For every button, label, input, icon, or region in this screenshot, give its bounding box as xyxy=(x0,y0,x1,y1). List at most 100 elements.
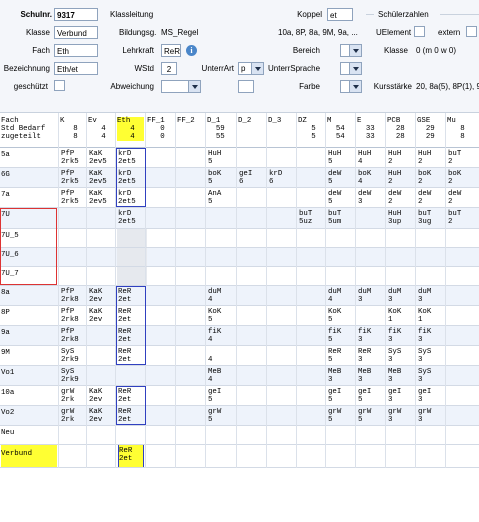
grid-cell[interactable]: KoK 1 xyxy=(418,308,431,324)
grid-cell[interactable]: buT 5uz xyxy=(299,210,312,226)
grid-row-10a[interactable]: 10a grW 2rk KaK 2ev ReR 2et geI 5 geI 5 geI 5g… xyxy=(0,386,479,406)
grid-cell[interactable]: geI 5 xyxy=(208,388,221,404)
grid-cell[interactable]: geI 3 xyxy=(388,388,401,404)
grid-cell[interactable]: KoK 5 xyxy=(208,308,221,324)
grid-cell[interactable]: MeB 3 xyxy=(328,368,341,384)
unterrsprache-select[interactable] xyxy=(340,62,362,75)
grid-row-6g[interactable]: 6G PfP 2rk5 KaK 2ev5 krD 2et5 boK 5 geI 6 krD … xyxy=(0,168,479,188)
klasse-field[interactable]: Verbund xyxy=(54,26,98,39)
geschuetzt-checkbox[interactable] xyxy=(54,80,65,91)
grid-cell[interactable]: grW 5 xyxy=(208,408,221,424)
grid-cell[interactable]: PfP 2rk8 xyxy=(61,288,79,304)
grid-row-7a[interactable]: 7a PfP 2rk5 KaK 2ev5 krD 2et5 AnA 5 deW 5 deW … xyxy=(0,188,479,208)
column-header-m[interactable]: M 54 54 xyxy=(327,117,354,141)
grid-row-5a[interactable]: 5a PfP 2rk5 KaK 2ev5 krD 2et5 HuH 5 HuH 5 HuH … xyxy=(0,148,479,168)
grid-cell[interactable]: geI 5 xyxy=(328,388,341,404)
schulnr-field[interactable]: 9317 xyxy=(54,8,98,21)
unterrart-select[interactable]: p xyxy=(238,62,264,75)
grid-cell[interactable]: duM 3 xyxy=(418,288,431,304)
grid-cell[interactable]: HuH 5 xyxy=(328,150,341,166)
grid-cell[interactable]: PfP 2rk8 xyxy=(61,328,79,344)
grid-cell[interactable]: deW 5 xyxy=(328,190,341,206)
grid-cell[interactable]: KoK 5 xyxy=(328,308,341,324)
grid-cell[interactable]: PfP 2rk5 xyxy=(61,170,79,186)
grid-cell[interactable]: ReR 5 xyxy=(328,348,341,364)
grid-cell[interactable]: boK 5 xyxy=(208,170,221,186)
grid-cell[interactable]: duM 4 xyxy=(328,288,341,304)
grid-cell[interactable]: 4 xyxy=(208,348,212,364)
grid-cell[interactable]: boK 2 xyxy=(448,170,461,186)
abweichung-extra-field[interactable] xyxy=(238,80,254,93)
grid-cell[interactable]: grW 3 xyxy=(388,408,401,424)
grid-cell[interactable]: HuH 3up xyxy=(388,210,401,226)
lehrkraft-field[interactable]: ReR xyxy=(161,44,181,57)
wstd-field[interactable]: 2 xyxy=(161,62,177,75)
grid-row-neu[interactable]: Neu xyxy=(0,426,479,445)
column-header-k[interactable]: K 8 8 xyxy=(60,117,87,141)
grid-cell[interactable]: fiK 4 xyxy=(208,328,221,344)
grid-cell[interactable]: deW 2 xyxy=(418,190,431,206)
column-header-eth[interactable]: Eth 4 4 xyxy=(117,117,144,141)
grid-row-vo2[interactable]: Vo2 grW 2rk KaK 2ev ReR 2et grW 5 grW 5 grW 5g… xyxy=(0,406,479,426)
grid-cell[interactable]: grW 5 xyxy=(358,408,371,424)
grid-cell[interactable]: SyS 2rk9 xyxy=(61,348,79,364)
grid-cell[interactable]: buT 2 xyxy=(448,150,461,166)
column-header-dz[interactable]: DZ 5 5 xyxy=(298,117,325,141)
grid-cell[interactable]: AnA 5 xyxy=(208,190,221,206)
grid-cell[interactable]: grW 3 xyxy=(418,408,431,424)
grid-cell[interactable]: ReR 2et xyxy=(118,445,144,467)
grid-cell[interactable]: grW 5 xyxy=(328,408,341,424)
extern-checkbox[interactable] xyxy=(466,26,477,37)
grid-cell[interactable]: KaK 2ev5 xyxy=(89,150,107,166)
grid-cell[interactable]: duM 4 xyxy=(208,288,221,304)
grid-row-8a[interactable]: 8a PfP 2rk8 KaK 2ev ReR 2et duM 4 duM 4 duM 3d… xyxy=(0,286,479,306)
grid-cell[interactable]: KaK 2ev xyxy=(89,388,102,404)
column-header-pcb[interactable]: PCB 28 28 xyxy=(387,117,414,141)
grid-row-9m[interactable]: 9M SyS 2rk9 ReR 2et 4 ReR 5 ReR 3 SyS 3 SyS 3 xyxy=(0,346,479,366)
uelement-checkbox[interactable] xyxy=(414,26,425,37)
abweichung-select[interactable] xyxy=(161,80,201,93)
grid-row-7u[interactable]: 7U krD 2et5 buT 5uz buT 5um HuH 3up buT 3ug bu… xyxy=(0,208,479,229)
farbe-select[interactable] xyxy=(340,80,362,93)
grid-cell[interactable]: HuH 2 xyxy=(418,150,431,166)
grid-cell[interactable]: SyS 2rk9 xyxy=(61,368,79,384)
grid-cell[interactable]: krD 2et5 xyxy=(118,210,136,226)
grid-cell[interactable]: KaK 2ev5 xyxy=(89,190,107,206)
grid-cell[interactable]: PfP 2rk5 xyxy=(61,190,79,206)
grid-cell[interactable]: boK 4 xyxy=(358,170,371,186)
column-header-ev[interactable]: Ev 4 4 xyxy=(88,117,115,141)
grid-cell[interactable]: duM 3 xyxy=(358,288,371,304)
grid-cell[interactable]: grW 2rk xyxy=(61,408,74,424)
grid-cell[interactable]: SyS 3 xyxy=(388,348,401,364)
grid-cell[interactable]: KaK 2ev xyxy=(89,288,102,304)
column-header-mu[interactable]: Mu 8 8 xyxy=(447,117,474,141)
grid-row-verbund[interactable]: Verbund ReR 2et xyxy=(0,445,479,468)
grid-cell[interactable]: fiK 3 xyxy=(418,328,431,344)
koppel-field[interactable]: et xyxy=(327,8,353,21)
grid-cell[interactable]: grW 2rk xyxy=(61,388,74,404)
column-header-ff_1[interactable]: FF_1 0 0 xyxy=(147,117,174,141)
grid-cell[interactable]: SyS 3 xyxy=(418,368,431,384)
column-header-gse[interactable]: GSE 29 29 xyxy=(417,117,444,141)
grid-cell[interactable]: deW 2 xyxy=(448,190,461,206)
column-header-d_3[interactable]: D_3 xyxy=(268,117,295,133)
grid-cell[interactable]: krD 6 xyxy=(269,170,282,186)
grid-cell[interactable]: deW 2 xyxy=(388,190,401,206)
fach-field[interactable]: Eth xyxy=(54,44,98,57)
grid-cell[interactable]: PfP 2rk5 xyxy=(61,150,79,166)
column-header-e[interactable]: E 33 33 xyxy=(357,117,384,141)
grid-cell[interactable]: buT 3ug xyxy=(418,210,431,226)
grid-cell[interactable]: MeB 3 xyxy=(358,368,371,384)
grid-cell[interactable]: HuH 5 xyxy=(208,150,221,166)
grid-cell[interactable]: HuH 4 xyxy=(358,150,371,166)
grid-cell[interactable]: MeB 3 xyxy=(388,368,401,384)
info-icon[interactable]: i xyxy=(186,45,197,56)
grid-cell[interactable]: ReR 3 xyxy=(358,348,371,364)
grid-row-7u_5[interactable]: 7U_5 xyxy=(0,229,479,248)
grid-cell[interactable]: boK 2 xyxy=(418,170,431,186)
grid-cell[interactable]: fiK 3 xyxy=(358,328,371,344)
column-header-d_2[interactable]: D_2 xyxy=(238,117,265,133)
grid-cell[interactable]: PfP 2rk8 xyxy=(61,308,79,324)
grid-cell[interactable]: KaK 2ev xyxy=(89,308,102,324)
grid-cell[interactable]: KoK 1 xyxy=(388,308,401,324)
